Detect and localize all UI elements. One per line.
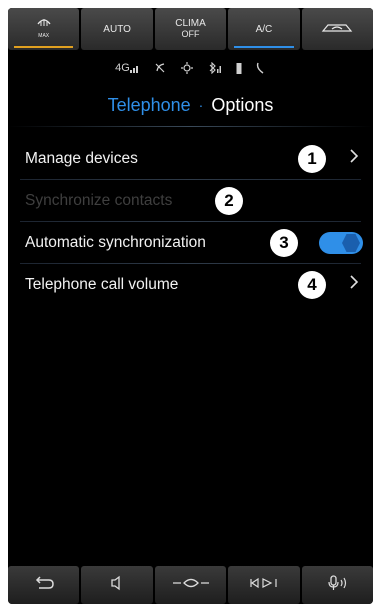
ac-label: A/C bbox=[255, 23, 273, 35]
chevron-right-icon bbox=[350, 275, 359, 294]
breadcrumb-separator: · bbox=[198, 97, 204, 113]
breadcrumb-telephone[interactable]: Telephone bbox=[108, 95, 191, 116]
media-icon bbox=[249, 576, 279, 594]
menu-item-label: Telephone call volume bbox=[25, 276, 179, 293]
menu-item-label: Synchronize contacts bbox=[25, 192, 173, 209]
callout-badge: 4 bbox=[298, 271, 326, 299]
page-header: Telephone · Options bbox=[8, 88, 373, 122]
sync-icon bbox=[180, 62, 194, 74]
battery-icon bbox=[236, 62, 242, 74]
toggle-knob bbox=[342, 234, 360, 252]
climate-bar: MAX AUTO CLIMA OFF A/C bbox=[8, 8, 373, 50]
recirculation-icon bbox=[320, 22, 354, 37]
automatic-sync-toggle[interactable] bbox=[319, 232, 363, 254]
options-list: Manage devices 1 Synchronize contacts 2 … bbox=[8, 138, 373, 306]
auto-label: AUTO bbox=[103, 23, 131, 35]
infotainment-screen: MAX AUTO CLIMA OFF A/C 4G Telephone · Op… bbox=[8, 8, 373, 604]
speaker-icon bbox=[110, 575, 124, 596]
recirculation-button[interactable] bbox=[301, 8, 373, 50]
chevron-right-icon bbox=[350, 149, 359, 168]
voice-icon bbox=[327, 574, 347, 596]
max-defrost-button[interactable]: MAX bbox=[8, 8, 80, 50]
phone-icon bbox=[256, 62, 266, 74]
clima-label: CLIMA bbox=[175, 18, 206, 29]
status-bar: 4G bbox=[8, 54, 373, 82]
menu-item-automatic-synchronization[interactable]: Automatic synchronization 3 bbox=[8, 222, 373, 264]
media-button[interactable] bbox=[228, 566, 300, 604]
menu-item-manage-devices[interactable]: Manage devices 1 bbox=[8, 138, 373, 180]
page-title: Options bbox=[211, 94, 274, 115]
bottom-nav-bar bbox=[8, 566, 373, 604]
back-button[interactable] bbox=[8, 566, 80, 604]
clima-off-button[interactable]: CLIMA OFF bbox=[154, 8, 227, 50]
defrost-max-icon bbox=[36, 19, 52, 31]
back-icon bbox=[33, 575, 55, 595]
volume-button[interactable] bbox=[81, 566, 153, 604]
do-not-disturb-icon bbox=[154, 62, 166, 74]
callout-badge: 1 bbox=[298, 145, 326, 173]
menu-item-label: Manage devices bbox=[25, 150, 138, 167]
menu-item-synchronize-contacts: Synchronize contacts 2 bbox=[8, 180, 373, 222]
network-label: 4G bbox=[115, 62, 130, 74]
menu-item-telephone-call-volume[interactable]: Telephone call volume 4 bbox=[8, 264, 373, 306]
clima-off-label: OFF bbox=[181, 29, 200, 39]
voice-button[interactable] bbox=[301, 566, 373, 604]
callout-badge: 2 bbox=[215, 187, 243, 215]
bluetooth-icon bbox=[208, 62, 222, 74]
network-indicator: 4G bbox=[115, 62, 140, 74]
auto-button[interactable]: AUTO bbox=[81, 8, 153, 50]
home-button[interactable] bbox=[154, 566, 227, 604]
menu-item-label: Automatic synchronization bbox=[25, 234, 206, 251]
header-divider bbox=[8, 126, 373, 127]
ac-button[interactable]: A/C bbox=[228, 8, 300, 50]
signal-bars-icon bbox=[129, 65, 138, 73]
home-icon bbox=[171, 576, 211, 595]
callout-badge: 3 bbox=[270, 229, 298, 257]
max-label: MAX bbox=[38, 33, 50, 39]
